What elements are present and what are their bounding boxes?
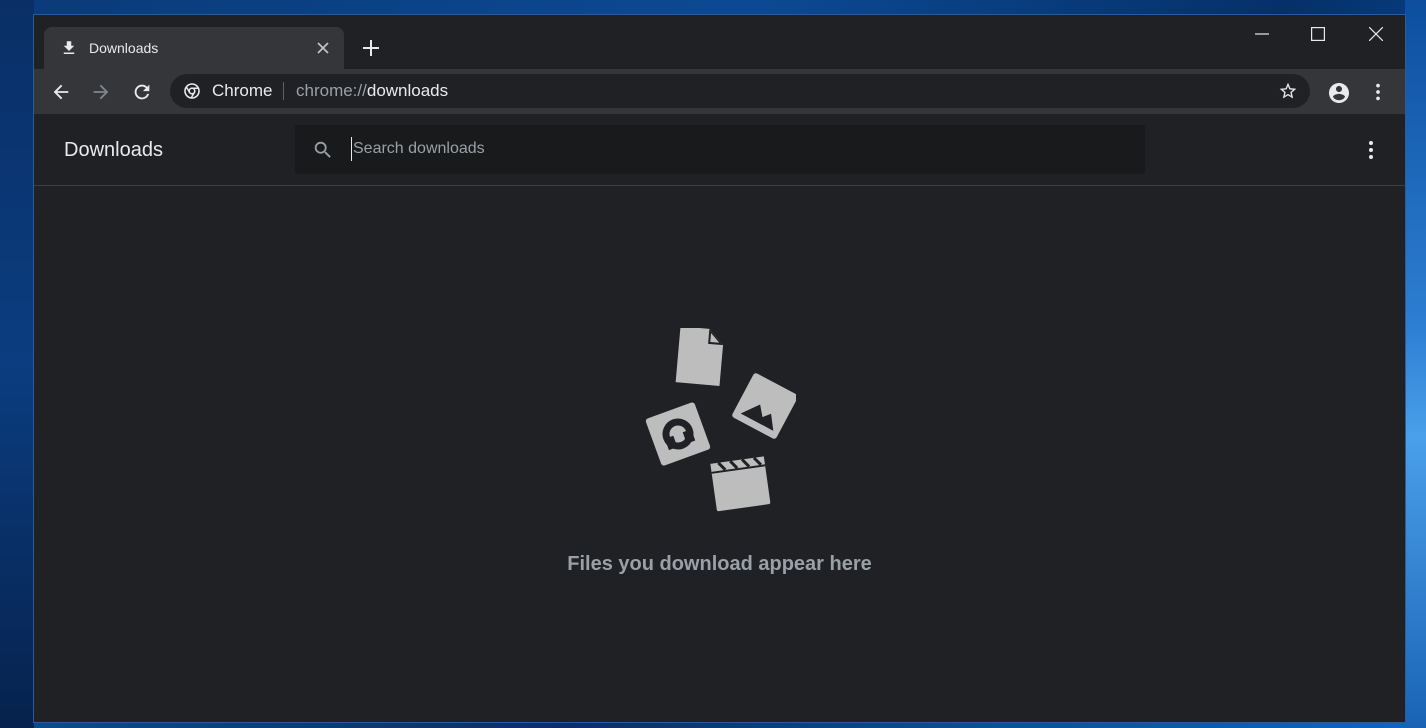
toolbar: Chrome chrome://downloads <box>34 69 1405 114</box>
search-input[interactable] <box>351 137 1113 161</box>
back-button[interactable] <box>48 79 74 105</box>
plus-icon[interactable] <box>360 37 382 59</box>
url-text[interactable]: chrome://downloads <box>296 82 448 100</box>
maximize-button[interactable] <box>1290 15 1346 53</box>
page-title: Downloads <box>64 139 163 161</box>
empty-state-message: Files you download appear here <box>567 553 872 575</box>
maximize-icon <box>1311 27 1325 41</box>
account-icon <box>1329 83 1349 103</box>
arrow-right-icon <box>93 84 109 100</box>
site-chip-label: Chrome <box>212 81 273 100</box>
download-icon <box>60 39 78 57</box>
video-icon <box>710 456 771 512</box>
reload-button[interactable] <box>129 79 155 105</box>
arrow-left-icon <box>53 84 69 100</box>
profile-button[interactable] <box>1325 79 1351 105</box>
downloads-header: Downloads <box>34 114 1405 186</box>
url-host: downloads <box>366 81 449 100</box>
search-icon <box>312 139 334 161</box>
tab-title: Downloads <box>89 40 159 56</box>
close-window-button[interactable] <box>1348 15 1404 53</box>
more-vert-icon <box>1376 83 1380 101</box>
document-icon <box>675 328 724 386</box>
close-icon <box>1369 27 1383 41</box>
chrome-menu-button[interactable] <box>1365 79 1391 105</box>
image-icon <box>732 373 796 439</box>
minimize-icon <box>1255 33 1269 35</box>
forward-button[interactable] <box>88 79 114 105</box>
more-vert-icon[interactable] <box>1360 138 1382 162</box>
omnibox[interactable]: Chrome chrome://downloads <box>170 74 1310 108</box>
title-bar: Downloads <box>34 15 1405 69</box>
browser-window: Downloads Chrome chrome://downloads Down… <box>34 15 1405 722</box>
audio-icon <box>645 402 711 466</box>
reload-icon <box>134 84 150 100</box>
omnibox-divider <box>283 82 284 100</box>
chrome-logo-icon <box>184 83 200 99</box>
tab-downloads[interactable]: Downloads <box>44 27 344 69</box>
desktop-background-left <box>0 0 34 728</box>
search-box[interactable] <box>295 125 1145 174</box>
close-icon[interactable] <box>314 39 332 57</box>
star-icon[interactable] <box>1278 81 1298 101</box>
minimize-button[interactable] <box>1234 15 1290 53</box>
downloads-content: Files you download appear here <box>34 186 1405 722</box>
desktop-background-right <box>1405 0 1426 728</box>
url-scheme: chrome:// <box>296 81 367 100</box>
empty-downloads-illustration <box>645 328 796 512</box>
